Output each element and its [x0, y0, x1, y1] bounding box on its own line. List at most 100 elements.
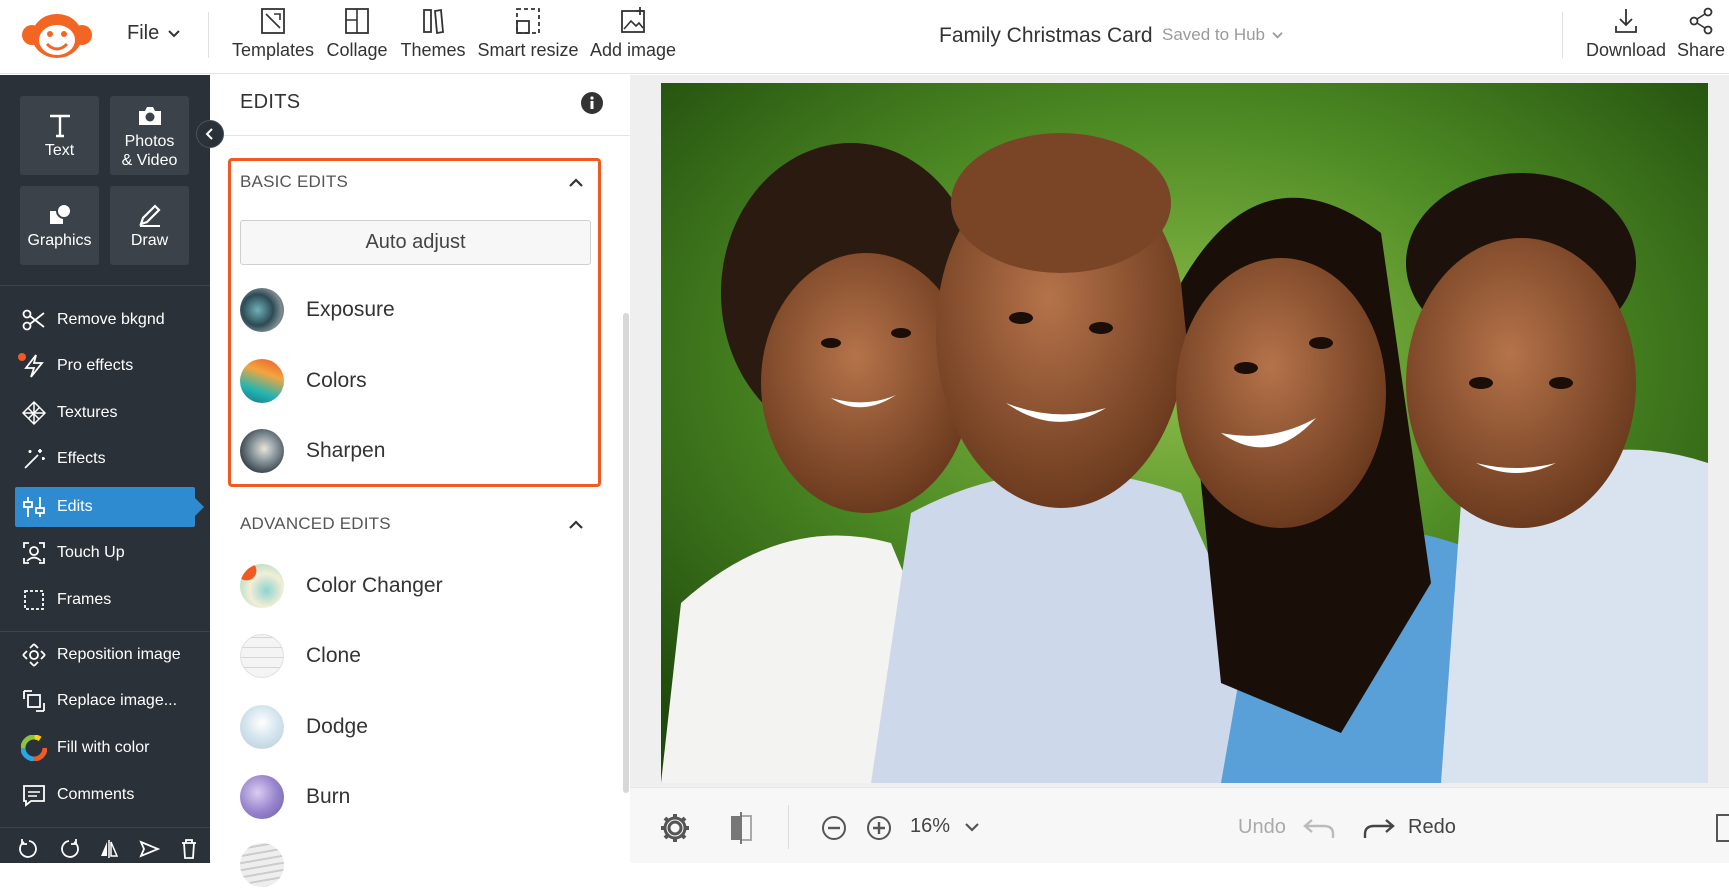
edit-item-exposure[interactable]: Exposure [240, 285, 591, 335]
templates-button[interactable]: Templates [232, 6, 314, 68]
edit-item-partial[interactable] [240, 840, 591, 890]
text-icon [49, 114, 70, 138]
edit-item-sharpen[interactable]: Sharpen [240, 426, 591, 476]
compare-icon[interactable] [728, 811, 756, 845]
face-icon [23, 542, 45, 564]
sidebar-item-label: Textures [57, 404, 118, 421]
text-tool-label: Text [44, 142, 75, 159]
draw-tool-label: Draw [130, 232, 169, 249]
sidebar-item-label: Remove bkgnd [57, 311, 165, 328]
rotate-left-icon[interactable] [18, 838, 40, 860]
send-icon[interactable] [138, 838, 160, 860]
rotate-right-icon[interactable] [58, 838, 80, 860]
dodge-thumbnail [240, 705, 284, 749]
undo-button[interactable]: Undo [1238, 816, 1286, 839]
graphics-tool-button[interactable]: Graphics [20, 186, 99, 265]
sidebar-item-frames[interactable]: Frames [15, 580, 195, 620]
text-tool-button[interactable]: Text [20, 96, 99, 175]
sidebar-item-fill-with-color[interactable]: Fill with color [15, 728, 195, 768]
edit-item-burn[interactable]: Burn [240, 772, 591, 822]
sidebar-item-reposition-image[interactable]: Reposition image [15, 635, 195, 675]
collapse-panel-button[interactable] [196, 120, 224, 148]
divider [0, 631, 210, 632]
download-button[interactable]: Download [1582, 6, 1670, 68]
templates-icon [261, 8, 285, 34]
sidebar-item-effects[interactable]: Effects [15, 439, 195, 479]
redo-icon[interactable] [1362, 816, 1396, 842]
sidebar-bottom-tools [18, 838, 200, 860]
panel-toggle-icon[interactable] [1716, 814, 1729, 842]
chevron-left-icon [205, 128, 213, 140]
chevron-up-icon[interactable] [566, 515, 586, 535]
left-sidebar: Text Photos & Video Graphics Draw Remove… [0, 75, 210, 863]
edit-item-color-changer[interactable]: Color Changer [240, 561, 591, 611]
shapes-icon [49, 203, 72, 224]
gear-icon[interactable] [658, 811, 692, 845]
info-icon[interactable] [580, 91, 604, 115]
divider [1562, 12, 1563, 58]
zoom-out-icon[interactable] [821, 815, 847, 841]
textures-icon [21, 400, 47, 426]
chevron-down-icon[interactable] [964, 822, 980, 834]
comment-icon [23, 785, 45, 807]
canvas-bottom-bar [630, 787, 1729, 863]
add-image-button[interactable]: Add image [590, 6, 676, 68]
scissors-icon [22, 309, 45, 331]
edit-item-clone[interactable]: Clone [240, 631, 591, 681]
edit-item-label: Sharpen [306, 439, 386, 462]
collage-button[interactable]: Collage [326, 6, 388, 68]
top-bar: File Templates Collage Themes Smart resi… [0, 0, 1729, 74]
undo-icon[interactable] [1302, 816, 1336, 842]
sidebar-item-comments[interactable]: Comments [15, 775, 195, 815]
trash-icon[interactable] [178, 838, 200, 860]
sidebar-item-remove-bkgnd[interactable]: Remove bkgnd [15, 300, 195, 340]
share-button[interactable]: Share [1676, 6, 1726, 68]
smart-resize-button[interactable]: Smart resize [477, 6, 579, 68]
replace-icon [23, 690, 45, 712]
panel-title: EDITS [240, 91, 301, 113]
zoom-level-dropdown[interactable]: 16% [910, 815, 950, 838]
sidebar-item-label: Frames [57, 591, 112, 608]
graphics-tool-label: Graphics [27, 232, 92, 249]
advanced-edits-title[interactable]: ADVANCED EDITS [240, 514, 391, 534]
flip-icon[interactable] [98, 838, 120, 860]
auto-adjust-button[interactable]: Auto adjust [240, 220, 591, 265]
divider [788, 805, 789, 849]
collage-icon [345, 8, 369, 34]
frame-icon [24, 590, 44, 610]
edits-panel: EDITS BASIC EDITS Auto adjust Exposure C… [218, 75, 630, 887]
themes-button[interactable]: Themes [400, 6, 466, 68]
exposure-thumbnail [240, 288, 284, 332]
sidebar-item-edits[interactable]: Edits [15, 487, 204, 527]
burn-thumbnail [240, 775, 284, 819]
zoom-in-icon[interactable] [866, 815, 892, 841]
color-changer-thumbnail [240, 564, 284, 608]
draw-tool-button[interactable]: Draw [110, 186, 189, 265]
sidebar-item-touch-up[interactable]: Touch Up [15, 533, 195, 573]
family-photo[interactable] [661, 83, 1708, 783]
edit-item-dodge[interactable]: Dodge [240, 702, 591, 752]
sidebar-item-pro-effects[interactable]: Pro effects [15, 346, 195, 386]
panel-scrollbar[interactable] [623, 313, 629, 793]
smart-resize-label: Smart resize [477, 40, 579, 60]
family-photo-image [661, 83, 1708, 783]
saved-status-dropdown[interactable]: Saved to Hub [1162, 25, 1284, 45]
basic-edits-title[interactable]: BASIC EDITS [240, 172, 348, 192]
picmonkey-logo[interactable] [20, 10, 94, 60]
photos-video-button[interactable]: Photos & Video [110, 96, 189, 175]
sidebar-item-replace-image[interactable]: Replace image... [15, 681, 195, 721]
sidebar-item-label: Pro effects [57, 357, 134, 374]
sidebar-item-label: Edits [57, 498, 93, 515]
sidebar-item-label: Reposition image [57, 646, 181, 663]
redo-button[interactable]: Redo [1408, 816, 1456, 839]
edit-item-label: Dodge [306, 715, 368, 738]
file-menu[interactable]: File [127, 22, 181, 45]
chevron-up-icon[interactable] [566, 173, 586, 193]
divider [0, 285, 210, 286]
edit-item-colors[interactable]: Colors [240, 356, 591, 406]
sidebar-item-textures[interactable]: Textures [15, 393, 195, 433]
add-image-label: Add image [589, 40, 677, 60]
photos-video-label: Photos & Video [121, 132, 178, 169]
chevron-down-icon [168, 29, 180, 37]
document-title[interactable]: Family Christmas Card [939, 24, 1153, 48]
